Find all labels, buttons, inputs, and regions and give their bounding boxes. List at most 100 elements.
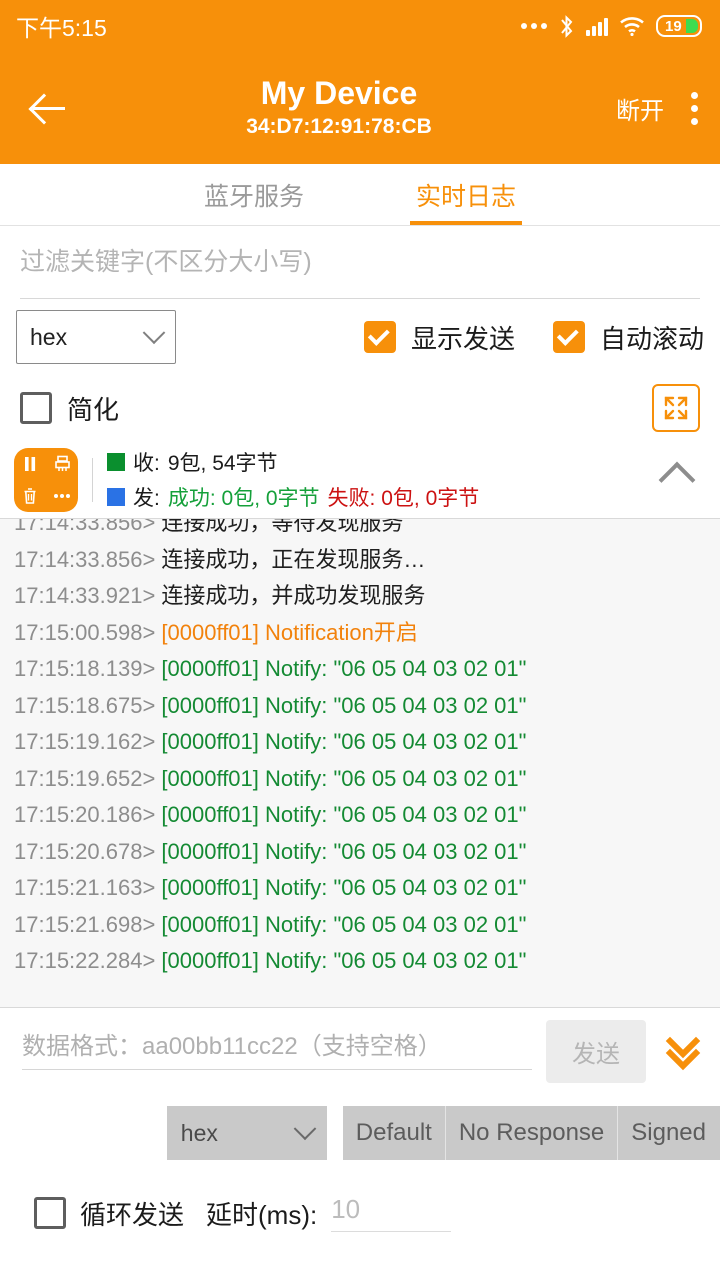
battery-icon: 19 bbox=[656, 15, 702, 37]
checkbox-unchecked-icon bbox=[20, 392, 52, 424]
log-timestamp: 17:14:33.921> bbox=[14, 583, 155, 608]
checkbox-checked-icon bbox=[364, 321, 396, 353]
log-message: [0000ff01] Notify: "06 05 04 03 02 01" bbox=[155, 948, 526, 973]
status-icons: 19 bbox=[521, 15, 702, 38]
log-timestamp: 17:15:22.284> bbox=[14, 948, 155, 973]
log-format-value: hex bbox=[30, 324, 67, 351]
bluetooth-icon bbox=[558, 15, 575, 38]
chevron-up-icon[interactable] bbox=[659, 461, 696, 498]
wifi-icon bbox=[619, 16, 645, 36]
write-type-no-response[interactable]: No Response bbox=[446, 1106, 618, 1160]
device-mac-address: 34:D7:12:91:78:CB bbox=[246, 113, 432, 140]
log-timestamp: 17:14:33.856> bbox=[14, 519, 155, 535]
tab-bluetooth-services[interactable]: 蓝牙服务 bbox=[198, 164, 310, 225]
tx-color-swatch bbox=[107, 488, 125, 506]
show-send-checkbox[interactable]: 显示发送 bbox=[364, 319, 515, 356]
rx-value: 9包, 54字节 bbox=[168, 447, 278, 477]
stats-bar: 收: 9包, 54字节 发: 成功: 0包, 0字节 失败: 0包, 0字节 bbox=[0, 441, 720, 519]
log-line: 17:14:33.921> 连接成功，并成功发现服务 bbox=[14, 578, 706, 615]
bottom-spacer bbox=[0, 1254, 720, 1280]
filter-row bbox=[0, 226, 720, 298]
log-line: 17:15:00.598> [0000ff01] Notification开启 bbox=[14, 615, 706, 652]
write-format-select[interactable]: hex bbox=[167, 1106, 327, 1160]
fullscreen-expand-icon[interactable] bbox=[652, 384, 700, 432]
app-bar: My Device 34:D7:12:91:78:CB 断开 bbox=[0, 52, 720, 164]
log-message: [0000ff01] Notification开启 bbox=[155, 620, 418, 645]
disconnect-button[interactable]: 断开 bbox=[616, 91, 664, 126]
log-timestamp: 17:14:33.856> bbox=[14, 547, 155, 572]
tx-fail-value: 失败: 0包, 0字节 bbox=[328, 482, 480, 512]
more-dots-icon bbox=[521, 23, 547, 29]
log-message: [0000ff01] Notify: "06 05 04 03 02 01" bbox=[155, 839, 526, 864]
log-output[interactable]: 17:14:33.856> 连接成功，等待发现服务17:14:33.856> 连… bbox=[0, 519, 720, 1008]
log-line: 17:15:20.186> [0000ff01] Notify: "06 05 … bbox=[14, 797, 706, 834]
delay-input-wrap bbox=[331, 1194, 451, 1232]
log-timestamp: 17:15:18.675> bbox=[14, 693, 155, 718]
log-line: 17:15:18.675> [0000ff01] Notify: "06 05 … bbox=[14, 688, 706, 725]
log-message: [0000ff01] Notify: "06 05 04 03 02 01" bbox=[155, 875, 526, 900]
log-tools-button[interactable] bbox=[14, 448, 78, 512]
rx-color-swatch bbox=[107, 453, 125, 471]
simplify-checkbox[interactable]: 简化 bbox=[20, 390, 119, 427]
log-timestamp: 17:15:20.186> bbox=[14, 802, 155, 827]
log-message: [0000ff01] Notify: "06 05 04 03 02 01" bbox=[155, 656, 526, 681]
loop-send-row: 循环发送 延时(ms): bbox=[0, 1172, 720, 1254]
write-type-group: Default No Response Signed bbox=[343, 1106, 720, 1160]
status-bar: 下午5:15 19 bbox=[0, 0, 720, 52]
double-chevron-down-icon[interactable] bbox=[660, 1028, 706, 1074]
send-button[interactable]: 发送 bbox=[546, 1020, 646, 1083]
log-timestamp: 17:15:21.698> bbox=[14, 912, 155, 937]
brush-icon bbox=[54, 455, 71, 473]
filter-input[interactable] bbox=[20, 248, 700, 277]
title-block: My Device 34:D7:12:91:78:CB bbox=[62, 75, 616, 140]
checkbox-checked-icon bbox=[553, 321, 585, 353]
back-arrow-icon[interactable] bbox=[26, 85, 72, 131]
tab-bar: 蓝牙服务 实时日志 bbox=[0, 164, 720, 226]
trash-icon bbox=[22, 487, 38, 505]
tab-realtime-log[interactable]: 实时日志 bbox=[410, 164, 522, 225]
log-line: 17:15:19.652> [0000ff01] Notify: "06 05 … bbox=[14, 761, 706, 798]
auto-scroll-label: 自动滚动 bbox=[600, 319, 704, 356]
log-line: 17:15:22.284> [0000ff01] Notify: "06 05 … bbox=[14, 943, 706, 980]
options-row-secondary: 简化 bbox=[0, 375, 720, 441]
battery-level: 19 bbox=[660, 19, 682, 34]
rx-label: 收: bbox=[133, 447, 160, 477]
send-row: 发送 bbox=[0, 1008, 720, 1094]
stats-tx-line: 发: 成功: 0包, 0字节 失败: 0包, 0字节 bbox=[107, 482, 664, 512]
log-message: 连接成功，等待发现服务 bbox=[155, 519, 403, 535]
log-format-select[interactable]: hex bbox=[16, 310, 176, 364]
log-message: [0000ff01] Notify: "06 05 04 03 02 01" bbox=[155, 693, 526, 718]
log-line: 17:15:21.163> [0000ff01] Notify: "06 05 … bbox=[14, 870, 706, 907]
show-send-label: 显示发送 bbox=[411, 319, 515, 356]
log-timestamp: 17:15:18.139> bbox=[14, 656, 155, 681]
log-timestamp: 17:15:00.598> bbox=[14, 620, 155, 645]
chevron-down-icon bbox=[293, 1117, 316, 1140]
log-message: [0000ff01] Notify: "06 05 04 03 02 01" bbox=[155, 912, 526, 937]
loop-send-checkbox[interactable] bbox=[34, 1197, 66, 1229]
tx-label: 发: bbox=[133, 482, 160, 512]
battery-fill bbox=[686, 19, 698, 33]
log-line: 17:15:20.678> [0000ff01] Notify: "06 05 … bbox=[14, 834, 706, 871]
log-message: 连接成功，正在发现服务… bbox=[155, 547, 425, 572]
log-timestamp: 17:15:19.652> bbox=[14, 766, 155, 791]
log-line: 17:15:21.698> [0000ff01] Notify: "06 05 … bbox=[14, 907, 706, 944]
write-type-default[interactable]: Default bbox=[343, 1106, 446, 1160]
divider bbox=[92, 458, 93, 502]
stats-text: 收: 9包, 54字节 发: 成功: 0包, 0字节 失败: 0包, 0字节 bbox=[107, 447, 664, 512]
options-row-primary: hex 显示发送 自动滚动 bbox=[0, 299, 720, 375]
send-data-input[interactable] bbox=[22, 1033, 532, 1061]
overflow-menu-icon[interactable] bbox=[686, 88, 702, 129]
stats-rx-line: 收: 9包, 54字节 bbox=[107, 447, 664, 477]
auto-scroll-checkbox[interactable]: 自动滚动 bbox=[553, 319, 704, 356]
log-timestamp: 17:15:19.162> bbox=[14, 729, 155, 754]
write-type-signed[interactable]: Signed bbox=[618, 1106, 720, 1160]
log-line: 17:14:33.856> 连接成功，等待发现服务 bbox=[14, 519, 706, 542]
status-clock: 下午5:15 bbox=[16, 9, 107, 43]
pause-icon bbox=[22, 455, 38, 473]
delay-input[interactable] bbox=[331, 1194, 451, 1225]
send-input-wrap bbox=[22, 1033, 532, 1070]
app-root: 下午5:15 19 My Device 34:D7:12:91:78:CB bbox=[0, 0, 720, 1280]
log-timestamp: 17:15:21.163> bbox=[14, 875, 155, 900]
loop-send-label: 循环发送 bbox=[80, 1195, 184, 1232]
log-message: [0000ff01] Notify: "06 05 04 03 02 01" bbox=[155, 766, 526, 791]
